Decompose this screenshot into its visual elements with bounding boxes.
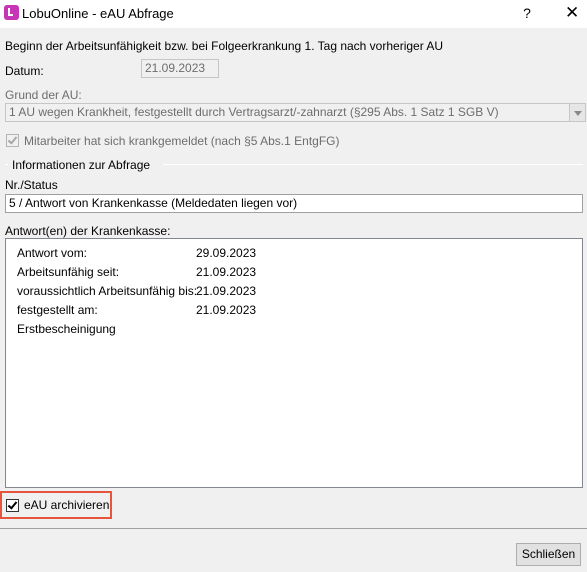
title-bar: LobuOnline - eAU Abfrage ? ✕ [0,0,587,28]
status-value: 5 / Antwort von Krankenkasse (Meldedaten… [9,196,298,210]
row-value: 29.09.2023 [196,246,257,260]
archivieren-checkbox[interactable] [6,499,19,512]
group-divider-right [163,164,583,165]
list-item: Arbeitsunfähig seit: 21.09.2023 [17,265,256,283]
chevron-down-icon [569,104,585,121]
list-item: voraussichtlich Arbeitsunfähig bis: 21.0… [17,284,256,302]
close-button[interactable]: Schließen [516,543,581,566]
list-item: Antwort vom: 29.09.2023 [17,246,256,264]
close-icon[interactable]: ✕ [565,3,579,23]
grund-value: 1 AU wegen Krankheit, festgestellt durch… [9,105,499,119]
datum-value: 21.09.2023 [145,61,206,75]
help-button[interactable]: ? [522,5,532,21]
grund-label: Grund der AU: [5,88,82,102]
window-title: LobuOnline - eAU Abfrage [22,6,174,21]
app-logo-icon [4,5,19,20]
status-label: Nr./Status [5,178,58,192]
status-field[interactable]: 5 / Antwort von Krankenkasse (Meldedaten… [5,194,583,213]
row-key: festgestellt am: [17,303,98,317]
antworten-list[interactable]: Antwort vom: 29.09.2023 Arbeitsunfähig s… [5,238,583,488]
list-item: festgestellt am: 21.09.2023 [17,303,256,321]
krankgemeldet-label: Mitarbeiter hat sich krankgemeldet (nach… [24,134,340,148]
list-item: Erstbescheinigung [17,322,116,340]
erstbescheinigung-text: Erstbescheinigung [17,322,116,336]
archivieren-label[interactable]: eAU archivieren [24,498,109,512]
antworten-label: Antwort(en) der Krankenkasse: [5,224,171,238]
row-value: 21.09.2023 [196,284,257,298]
row-key: Antwort vom: [17,246,88,260]
intro-text: Beginn der Arbeitsunfähigkeit bzw. bei F… [5,39,444,53]
row-key: Arbeitsunfähig seit: [17,265,120,279]
datum-field: 21.09.2023 [141,59,219,78]
footer-divider [0,528,587,529]
krankgemeldet-checkbox [6,134,19,147]
row-value: 21.09.2023 [196,265,257,279]
grund-select: 1 AU wegen Krankheit, festgestellt durch… [5,103,586,122]
row-value: 21.09.2023 [196,303,257,317]
checkmark-icon [7,499,18,510]
checkmark-icon [7,134,18,145]
info-group-title: Informationen zur Abfrage [11,158,152,172]
datum-label: Datum: [5,64,44,78]
group-divider-left [5,164,8,165]
row-key: voraussichtlich Arbeitsunfähig bis: [17,284,198,298]
